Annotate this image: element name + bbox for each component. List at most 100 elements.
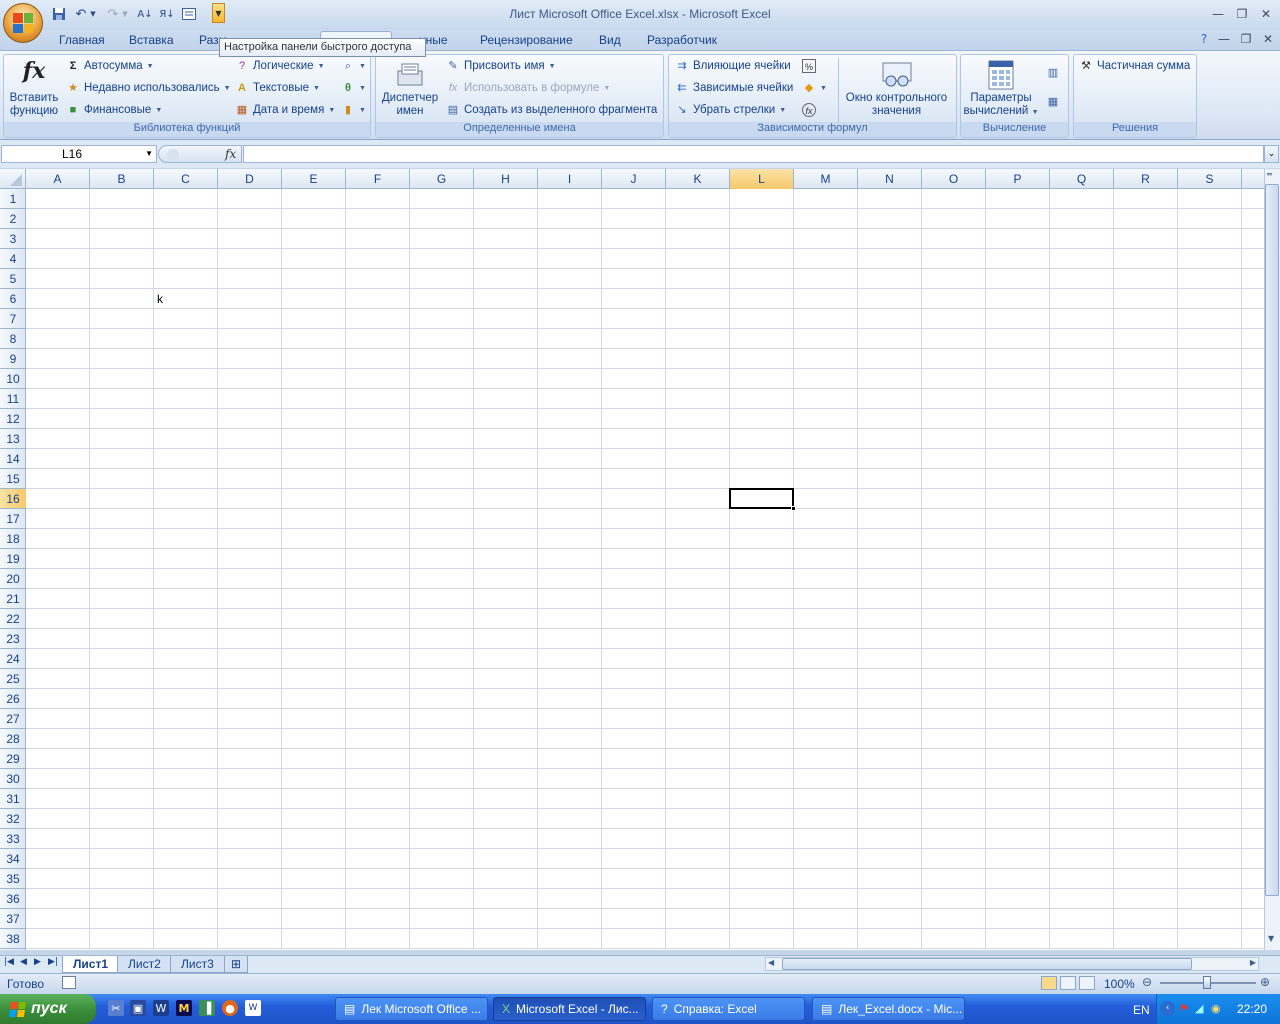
- taskbar-item-help[interactable]: ? Справка: Excel: [652, 997, 805, 1021]
- recently-used-button[interactable]: ★ Недавно использовались ▼: [66, 81, 231, 95]
- row-header-24[interactable]: 24: [0, 649, 26, 669]
- zoom-out-icon[interactable]: ⊖: [1142, 975, 1152, 989]
- row-header-14[interactable]: 14: [0, 449, 26, 469]
- name-manager-button[interactable]: Диспетчер имен: [379, 58, 441, 122]
- column-header-q[interactable]: Q: [1050, 169, 1114, 189]
- row-header-3[interactable]: 3: [0, 229, 26, 249]
- trace-dependents-button[interactable]: ⇇ Зависимые ячейки: [675, 81, 793, 95]
- vertical-scroll-thumb[interactable]: [1265, 184, 1279, 896]
- row-header-13[interactable]: 13: [0, 429, 26, 449]
- row-header-35[interactable]: 35: [0, 869, 26, 889]
- scroll-right-icon[interactable]: ▶: [1250, 958, 1256, 967]
- zoom-in-icon[interactable]: ⊕: [1260, 975, 1270, 989]
- insert-function-fx-icon[interactable]: fx: [225, 147, 236, 161]
- scroll-left-icon[interactable]: ◀: [768, 958, 774, 967]
- row-header-5[interactable]: 5: [0, 269, 26, 289]
- lookup-reference-button[interactable]: ⌕ ▼: [341, 59, 366, 73]
- close-icon[interactable]: ✕: [1258, 6, 1274, 22]
- quicklaunch-word-icon[interactable]: W: [153, 1000, 169, 1016]
- column-header-c[interactable]: C: [154, 169, 218, 189]
- row-header-18[interactable]: 18: [0, 529, 26, 549]
- row-header-2[interactable]: 2: [0, 209, 26, 229]
- datetime-button[interactable]: ▦ Дата и время ▼: [235, 103, 335, 117]
- name-box[interactable]: L16 ▼: [1, 145, 157, 163]
- sheet-tab-2[interactable]: Лист2: [117, 956, 172, 973]
- formula-expand-icon[interactable]: ⌄: [1264, 145, 1279, 163]
- tab-developer[interactable]: Разработчик: [647, 33, 717, 47]
- zoom-level[interactable]: 100%: [1104, 977, 1135, 991]
- tab-view[interactable]: Вид: [599, 33, 621, 47]
- calculate-sheet-button[interactable]: ▦: [1046, 95, 1060, 109]
- tray-network-icon[interactable]: ◢: [1195, 1002, 1203, 1015]
- page-layout-view-icon[interactable]: [1060, 976, 1076, 990]
- quicklaunch-desktop-icon[interactable]: ▣: [130, 1000, 146, 1016]
- math-trig-button[interactable]: θ ▼: [341, 81, 366, 95]
- split-box-icon[interactable]: ═: [1267, 170, 1272, 179]
- start-button[interactable]: пуск: [0, 994, 96, 1024]
- error-checking-button[interactable]: ◆ ▼: [802, 81, 827, 95]
- column-header-p[interactable]: P: [986, 169, 1050, 189]
- show-formulas-button[interactable]: %: [802, 59, 816, 73]
- sheet-tab-3[interactable]: Лист3: [170, 956, 225, 973]
- next-sheet-icon[interactable]: ▶: [34, 957, 41, 967]
- row-header-17[interactable]: 17: [0, 509, 26, 529]
- column-header-o[interactable]: O: [922, 169, 986, 189]
- qat-customize-button[interactable]: ▼: [212, 3, 225, 23]
- taskbar-item-word-lecture[interactable]: ▤ Лек Microsoft Office ...: [335, 997, 488, 1021]
- row-header-29[interactable]: 29: [0, 749, 26, 769]
- quicklaunch-m-icon[interactable]: M: [176, 1000, 192, 1016]
- save-icon[interactable]: [50, 5, 68, 23]
- row-header-31[interactable]: 31: [0, 789, 26, 809]
- tray-expand-icon[interactable]: ‹: [1160, 1001, 1175, 1016]
- evaluate-formula-button[interactable]: fx: [802, 103, 816, 117]
- column-header-a[interactable]: A: [26, 169, 90, 189]
- column-header-d[interactable]: D: [218, 169, 282, 189]
- tab-review[interactable]: Рецензирование: [480, 33, 573, 47]
- quicklaunch-link-icon[interactable]: ✂: [108, 1000, 124, 1016]
- prev-sheet-icon[interactable]: ◀: [20, 957, 27, 967]
- sort-descending-icon[interactable]: Я↓: [158, 5, 176, 23]
- first-sheet-icon[interactable]: |◀: [4, 957, 14, 967]
- calculation-options-button[interactable]: Параметры вычислений ▼: [963, 58, 1039, 122]
- insert-function-button[interactable]: fx Вставить функцию: [6, 58, 62, 122]
- watch-window-button[interactable]: Окно контрольного значения: [838, 58, 954, 122]
- row-header-11[interactable]: 11: [0, 389, 26, 409]
- row-header-30[interactable]: 30: [0, 769, 26, 789]
- sheet-tab-1[interactable]: Лист1: [62, 956, 120, 973]
- undo-dropdown-icon[interactable]: ▼: [88, 5, 98, 23]
- active-cell-l16[interactable]: [729, 488, 794, 509]
- column-header-n[interactable]: N: [858, 169, 922, 189]
- autosum-button[interactable]: Σ Автосумма ▼: [66, 59, 154, 73]
- tray-volume-icon[interactable]: ◉: [1211, 1002, 1221, 1015]
- scroll-down-icon[interactable]: ▼: [1268, 934, 1274, 943]
- taskbar-item-excel[interactable]: X Microsoft Excel - Лис...: [493, 997, 646, 1021]
- row-header-36[interactable]: 36: [0, 889, 26, 909]
- create-from-selection-button[interactable]: ▤ Создать из выделенного фрагмента: [446, 103, 657, 117]
- select-all-button[interactable]: [0, 169, 26, 189]
- column-header-s[interactable]: S: [1178, 169, 1242, 189]
- insert-sheet-icon[interactable]: ⊞: [224, 956, 249, 973]
- normal-view-icon[interactable]: [1041, 976, 1057, 990]
- column-header-l[interactable]: L: [730, 169, 794, 189]
- financial-button[interactable]: ■ Финансовые ▼: [66, 103, 163, 117]
- office-button[interactable]: [3, 3, 43, 43]
- row-header-37[interactable]: 37: [0, 909, 26, 929]
- row-header-10[interactable]: 10: [0, 369, 26, 389]
- chevron-down-icon[interactable]: ▼: [145, 149, 153, 158]
- row-header-38[interactable]: 38: [0, 929, 26, 949]
- column-header-i[interactable]: I: [538, 169, 602, 189]
- zoom-slider-thumb[interactable]: [1203, 976, 1211, 989]
- row-header-6[interactable]: 6: [0, 289, 26, 309]
- restore-icon[interactable]: ❐: [1234, 6, 1250, 22]
- workbook-restore-icon[interactable]: ❐: [1238, 31, 1254, 47]
- row-header-34[interactable]: 34: [0, 849, 26, 869]
- row-header-12[interactable]: 12: [0, 409, 26, 429]
- worksheet-grid[interactable]: [0, 169, 1264, 950]
- quicklaunch-firefox-icon[interactable]: ●: [222, 1000, 238, 1016]
- column-header-j[interactable]: J: [602, 169, 666, 189]
- minimize-icon[interactable]: —: [1210, 6, 1226, 22]
- row-header-22[interactable]: 22: [0, 609, 26, 629]
- quicklaunch-wordpad-icon[interactable]: W: [245, 1000, 261, 1016]
- horizontal-scroll-thumb[interactable]: [782, 958, 1192, 970]
- text-button[interactable]: A Текстовые ▼: [235, 81, 320, 95]
